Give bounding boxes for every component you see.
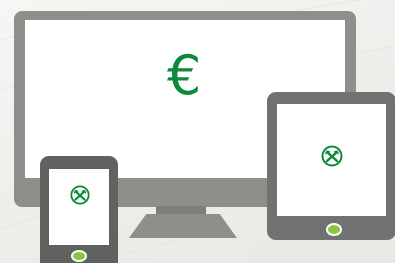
smartphone-device [40,156,118,263]
devices-illustration: € [0,0,395,263]
monitor-stand [129,214,237,238]
euro-symbol: € [167,44,202,107]
phone-screen [49,169,109,245]
raiffeisen-logo-icon [70,185,90,205]
raiffeisen-logo-icon [321,145,343,167]
tablet-home-button [326,223,342,236]
phone-home-button [71,250,87,262]
tablet-device [267,92,395,240]
tablet-screen [277,104,386,216]
